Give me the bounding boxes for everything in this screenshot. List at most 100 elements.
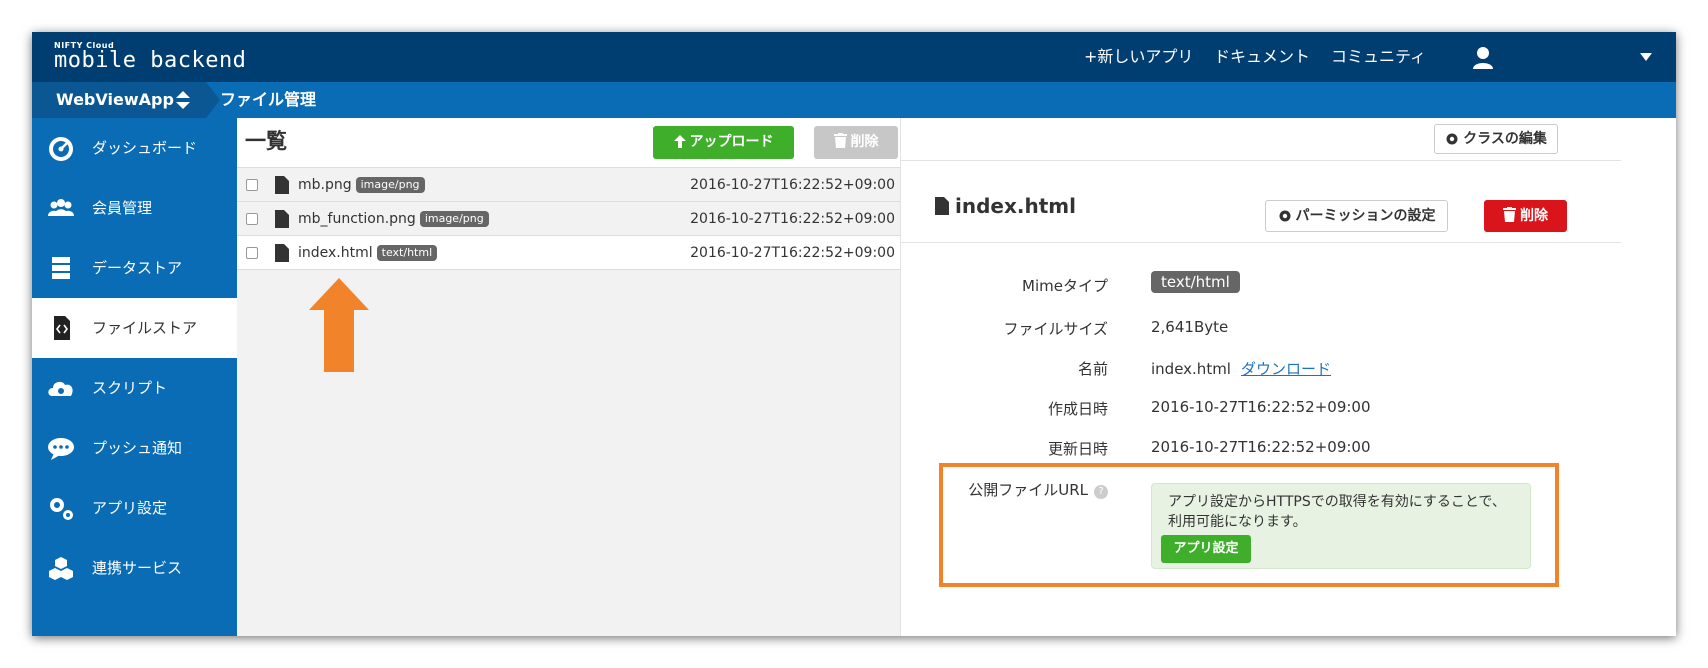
download-link[interactable]: ダウンロード (1241, 360, 1331, 378)
sidebar-item-dashboard[interactable]: ダッシュボード (32, 118, 237, 178)
row-checkbox[interactable] (246, 247, 258, 259)
sidebar-item-label: データストア (92, 259, 183, 277)
sidebar-item-script[interactable]: スクリプト (32, 358, 237, 418)
file-name-cell: mb_function.png image/png (298, 202, 489, 236)
sidebar-item-label: スクリプト (92, 379, 168, 397)
nav-community[interactable]: コミュニティ (1331, 32, 1426, 82)
updated-value: 2016-10-27T16:22:52+09:00 (1151, 438, 1371, 456)
file-row[interactable]: mb_function.png image/png 2016-10-27T16:2… (237, 202, 900, 236)
app-selector[interactable]: WebViewApp (32, 82, 220, 118)
user-icon[interactable] (1472, 46, 1494, 70)
sidebar-item-label: アプリ設定 (92, 499, 168, 517)
delete-label: 削除 (1520, 208, 1548, 224)
name-value-row: index.html ダウンロード (1151, 358, 1331, 379)
logo[interactable]: NIFTY Cloud mobile backend (54, 41, 246, 72)
file-date: 2016-10-27T16:22:52+09:00 (690, 211, 895, 227)
permission-settings-button[interactable]: パーミッションの設定 (1265, 200, 1448, 232)
upload-label: アップロード (689, 134, 774, 150)
class-edit-label: クラスの編集 (1463, 131, 1547, 147)
app-name: WebViewApp (56, 90, 174, 109)
file-icon (275, 210, 289, 228)
nav-documents[interactable]: ドキュメント (1214, 32, 1310, 82)
file-date: 2016-10-27T16:22:52+09:00 (690, 245, 895, 261)
file-row[interactable]: mb.png image/png 2016-10-27T16:22:52+09:0… (237, 168, 900, 202)
logo-brand-main: mobile backend (54, 48, 247, 73)
upload-button[interactable]: アップロード (653, 126, 794, 159)
divider (901, 160, 1621, 161)
permission-label: パーミッションの設定 (1295, 208, 1436, 224)
delete-files-button[interactable]: 削除 (814, 126, 898, 159)
mime-badge: text/html (1151, 271, 1240, 293)
mime-value: text/html (1151, 271, 1240, 293)
sidebar-item-label: プッシュ通知 (92, 439, 183, 457)
file-name: mb.png (298, 177, 352, 193)
file-name: mb_function.png (298, 211, 416, 227)
file-name: index.html (298, 245, 373, 261)
delete-label: 削除 (850, 134, 879, 150)
file-icon (935, 197, 949, 215)
file-date: 2016-10-27T16:22:52+09:00 (690, 177, 895, 193)
sidebar-item-label: ダッシュボード (92, 139, 198, 157)
annotation-arrow-up-icon (309, 278, 369, 372)
file-name-cell: mb.png image/png (298, 168, 425, 202)
chevron-down-icon[interactable] (1640, 53, 1652, 61)
row-checkbox[interactable] (246, 213, 258, 225)
name-value: index.html (1151, 360, 1231, 378)
sub-bar: WebViewApp ファイル管理 (32, 82, 1676, 118)
sidebar-item-label: 会員管理 (92, 199, 153, 217)
users-icon (48, 199, 74, 216)
sidebar-item-label: 連携サービス (92, 559, 183, 577)
delete-file-button[interactable]: 削除 (1484, 200, 1567, 232)
app-settings-button[interactable]: アプリ設定 (1161, 535, 1251, 563)
top-bar: NIFTY Cloud mobile backend +新しいアプリ ドキュメン… (32, 32, 1676, 82)
notice-text: アプリ設定からHTTPSでの取得を有効にすることで、利用可能になります。 (1168, 494, 1506, 530)
size-label: ファイルサイズ (1003, 320, 1108, 338)
row-checkbox[interactable] (246, 179, 258, 191)
database-icon (52, 257, 70, 279)
sidebar-item-integrations[interactable]: 連携サービス (32, 538, 237, 598)
file-list-pane: 一覧 アップロード 削除 mb.png image/png 2016-10-27T… (237, 118, 900, 636)
file-list-title: 一覧 (245, 129, 287, 153)
divider (901, 242, 1621, 243)
class-edit-button[interactable]: クラスの編集 (1434, 124, 1558, 154)
file-code-icon (54, 316, 70, 340)
name-label: 名前 (1077, 360, 1108, 378)
file-icon (275, 244, 289, 262)
sidebar: ダッシュボード 会員管理 データストア ファイルストア スクリプト プッシュ通知… (32, 118, 237, 636)
chat-bubble-icon (48, 438, 74, 460)
sidebar-item-label: ファイルストア (92, 319, 198, 337)
trash-icon (833, 133, 847, 148)
sidebar-item-datastore[interactable]: データストア (32, 238, 237, 298)
gears-icon (50, 498, 73, 520)
mime-badge: image/png (355, 177, 425, 193)
sidebar-item-filestore[interactable]: ファイルストア (32, 298, 237, 358)
file-row[interactable]: index.html text/html 2016-10-27T16:22:52+… (237, 236, 900, 270)
dashboard-icon (49, 137, 73, 161)
sidebar-item-push[interactable]: プッシュ通知 (32, 418, 237, 478)
file-list-header: 一覧 アップロード 削除 (237, 118, 900, 168)
breadcrumb: ファイル管理 (220, 90, 317, 109)
cubes-icon (49, 557, 73, 580)
app-window: NIFTY Cloud mobile backend +新しいアプリ ドキュメン… (32, 32, 1676, 636)
trash-icon (1503, 207, 1516, 222)
public-url-notice: アプリ設定からHTTPSでの取得を有効にすることで、利用可能になります。 アプリ… (1151, 483, 1531, 569)
file-icon (275, 176, 289, 194)
sidebar-item-users[interactable]: 会員管理 (32, 178, 237, 238)
detail-title: index.html (935, 194, 1076, 218)
arrow-up-icon (673, 135, 686, 148)
created-label: 作成日時 (1047, 400, 1108, 418)
size-value: 2,641Byte (1151, 318, 1229, 336)
mime-badge: text/html (376, 245, 438, 261)
public-url-label-text: 公開ファイルURL (968, 481, 1088, 499)
updated-label: 更新日時 (1047, 440, 1108, 458)
sidebar-item-app-settings[interactable]: アプリ設定 (32, 478, 237, 538)
help-icon[interactable]: ? (1094, 485, 1108, 499)
mime-badge: image/png (419, 211, 489, 227)
nav-new-app[interactable]: +新しいアプリ (1084, 32, 1193, 82)
file-name-cell: index.html text/html (298, 236, 438, 270)
gear-icon (1279, 210, 1290, 222)
gear-icon (1446, 133, 1458, 145)
cloud-gear-icon (48, 381, 73, 396)
detail-file-name: index.html (955, 194, 1076, 218)
public-url-label: 公開ファイルURL? (968, 479, 1108, 500)
